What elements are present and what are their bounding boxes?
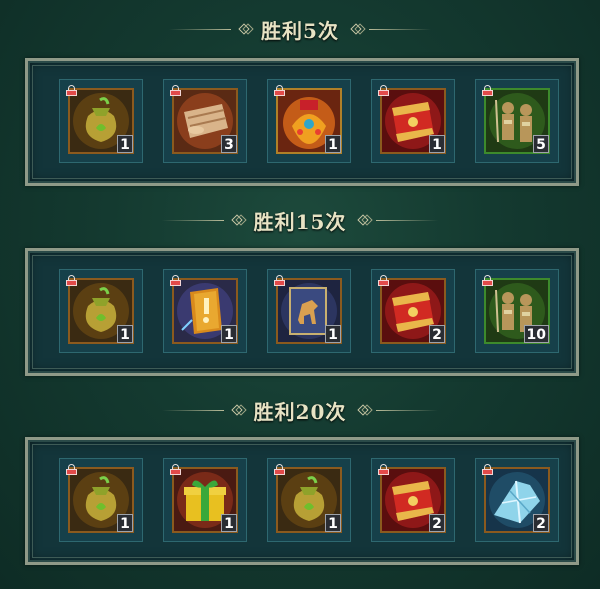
lock-icon xyxy=(482,85,493,96)
reward-slot[interactable]: 2 xyxy=(475,458,559,542)
diamond-ornament-icon xyxy=(349,22,363,36)
lock-icon xyxy=(274,464,285,475)
lock-icon xyxy=(66,85,77,96)
divider-line xyxy=(376,409,439,411)
reward-slot[interactable]: 1 xyxy=(371,79,455,163)
reward-slot[interactable]: 3 xyxy=(163,79,247,163)
lock-icon xyxy=(66,464,77,475)
lock-icon xyxy=(482,275,493,286)
reward-slot[interactable]: 1 xyxy=(163,458,247,542)
reward-slot[interactable]: 2 xyxy=(371,269,455,353)
diamond-ornament-icon xyxy=(230,403,244,417)
lock-icon xyxy=(274,275,285,286)
item-count: 10 xyxy=(523,325,549,343)
item-count: 1 xyxy=(117,514,133,532)
reward-slot[interactable]: 1 xyxy=(59,79,143,163)
divider-line xyxy=(161,409,224,411)
reward-slot[interactable]: 2 xyxy=(371,458,455,542)
section-header: 胜利5次 xyxy=(0,14,600,44)
section-header: 胜利20次 xyxy=(0,395,600,425)
section-title: 胜利5次 xyxy=(261,18,339,43)
item-count: 2 xyxy=(533,514,549,532)
lock-icon xyxy=(378,275,389,286)
diamond-ornament-icon xyxy=(237,22,251,36)
diamond-ornament-icon xyxy=(356,403,370,417)
item-count: 1 xyxy=(325,135,341,153)
section-title: 胜利15次 xyxy=(253,209,347,234)
diamond-ornament-icon xyxy=(230,213,244,227)
reward-slot[interactable]: 1 xyxy=(59,458,143,542)
reward-slot[interactable]: 1 xyxy=(59,269,143,353)
item-count: 2 xyxy=(429,514,445,532)
item-count: 1 xyxy=(325,514,341,532)
item-count: 2 xyxy=(429,325,445,343)
section-header: 胜利15次 xyxy=(0,205,600,235)
item-count: 1 xyxy=(429,135,445,153)
reward-slot[interactable]: 10 xyxy=(475,269,559,353)
reward-panel: 1 3 1 1 5 xyxy=(25,58,579,186)
section-title: 胜利20次 xyxy=(253,399,347,424)
item-count: 1 xyxy=(117,135,133,153)
reward-slot[interactable]: 1 xyxy=(267,79,351,163)
item-count: 1 xyxy=(117,325,133,343)
reward-panel: 1 1 1 2 10 xyxy=(25,248,579,376)
item-count: 1 xyxy=(221,514,237,532)
reward-panel: 1 1 1 2 2 xyxy=(25,437,579,565)
reward-slot[interactable]: 1 xyxy=(267,269,351,353)
lock-icon xyxy=(170,275,181,286)
lock-icon xyxy=(66,275,77,286)
divider-line xyxy=(368,28,431,30)
divider-line xyxy=(161,219,224,221)
item-count: 1 xyxy=(325,325,341,343)
item-count: 1 xyxy=(221,325,237,343)
lock-icon xyxy=(482,464,493,475)
reward-slot[interactable]: 5 xyxy=(475,79,559,163)
divider-line xyxy=(169,28,232,30)
lock-icon xyxy=(170,85,181,96)
lock-icon xyxy=(170,464,181,475)
reward-slot[interactable]: 1 xyxy=(163,269,247,353)
lock-icon xyxy=(378,464,389,475)
item-count: 3 xyxy=(221,135,237,153)
divider-line xyxy=(376,219,439,221)
lock-icon xyxy=(274,85,285,96)
reward-slot[interactable]: 1 xyxy=(267,458,351,542)
item-count: 5 xyxy=(533,135,549,153)
lock-icon xyxy=(378,85,389,96)
diamond-ornament-icon xyxy=(356,213,370,227)
